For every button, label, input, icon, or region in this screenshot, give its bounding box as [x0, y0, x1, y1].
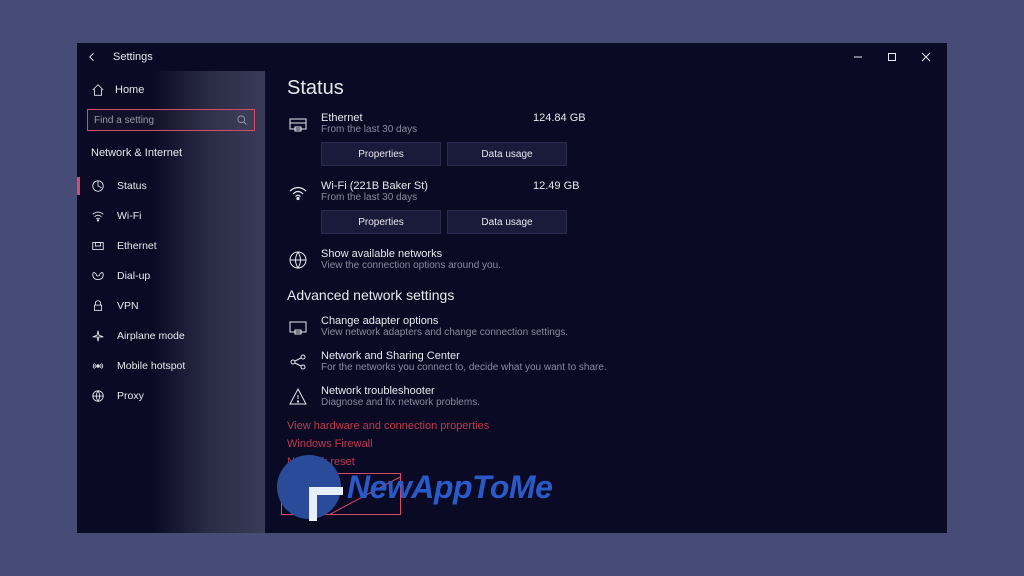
- proxy-icon: [91, 389, 105, 403]
- sidebar-item-label: Proxy: [117, 390, 144, 402]
- sidebar-item-ethernet[interactable]: Ethernet: [77, 231, 265, 261]
- item-title: Network and Sharing Center: [321, 350, 607, 362]
- wifi-icon: [91, 209, 105, 223]
- item-sub: View the connection options around you.: [321, 260, 501, 271]
- sidebar-item-label: Dial-up: [117, 270, 150, 282]
- item-sub: For the networks you connect to, decide …: [321, 362, 607, 373]
- maximize-button[interactable]: [875, 43, 909, 71]
- connection-value: 124.84 GB: [533, 112, 586, 124]
- properties-button[interactable]: Properties: [321, 142, 441, 166]
- home-icon: [91, 83, 105, 97]
- advanced-heading: Advanced network settings: [287, 287, 925, 303]
- change-adapter-options[interactable]: Change adapter options View network adap…: [287, 315, 925, 338]
- sidebar-item-wifi[interactable]: Wi-Fi: [77, 201, 265, 231]
- sidebar-item-label: VPN: [117, 300, 139, 312]
- item-title: Network troubleshooter: [321, 385, 480, 397]
- sidebar: Home Network & Internet Status: [77, 71, 265, 533]
- connection-name: Ethernet: [321, 112, 521, 124]
- back-button[interactable]: [81, 46, 103, 68]
- sidebar-item-label: Wi-Fi: [117, 210, 142, 222]
- sidebar-item-label: Status: [117, 180, 147, 192]
- connection-name: Wi-Fi (221B Baker St): [321, 180, 521, 192]
- search-input-wrap[interactable]: [87, 109, 255, 131]
- main-content: Status Ethernet From the last 30 days 12…: [265, 71, 947, 533]
- sidebar-item-label: Mobile hotspot: [117, 360, 185, 372]
- airplane-icon: [91, 329, 105, 343]
- ethernet-icon: [91, 239, 105, 253]
- item-sub: Diagnose and fix network problems.: [321, 397, 480, 408]
- status-icon: [91, 179, 105, 193]
- sidebar-item-hotspot[interactable]: Mobile hotspot: [77, 351, 265, 381]
- sidebar-home-label: Home: [115, 84, 144, 96]
- sidebar-item-vpn[interactable]: VPN: [77, 291, 265, 321]
- close-button[interactable]: [909, 43, 943, 71]
- item-sub: View network adapters and change connect…: [321, 327, 568, 338]
- settings-window: Settings Home: [77, 43, 947, 533]
- sidebar-item-airplane[interactable]: Airplane mode: [77, 321, 265, 351]
- data-usage-button[interactable]: Data usage: [447, 142, 567, 166]
- link-windows-firewall[interactable]: Windows Firewall: [287, 438, 925, 450]
- connection-row: Ethernet From the last 30 days 124.84 GB: [287, 112, 925, 136]
- sharing-icon: [287, 351, 309, 373]
- dialup-icon: [91, 269, 105, 283]
- page-heading: Status: [287, 77, 925, 100]
- properties-button[interactable]: Properties: [321, 210, 441, 234]
- link-network-reset[interactable]: Network reset: [287, 456, 925, 468]
- connection-row: Wi-Fi (221B Baker St) From the last 30 d…: [287, 180, 925, 204]
- sidebar-item-proxy[interactable]: Proxy: [77, 381, 265, 411]
- network-troubleshooter[interactable]: Network troubleshooter Diagnose and fix …: [287, 385, 925, 408]
- sidebar-item-dialup[interactable]: Dial-up: [77, 261, 265, 291]
- sidebar-item-status[interactable]: Status: [77, 171, 265, 201]
- item-title: Change adapter options: [321, 315, 568, 327]
- sidebar-section-title: Network & Internet: [77, 137, 265, 163]
- vpn-icon: [91, 299, 105, 313]
- ethernet-icon: [287, 114, 309, 136]
- sidebar-item-label: Ethernet: [117, 240, 157, 252]
- networks-icon: [287, 249, 309, 271]
- show-available-networks[interactable]: Show available networks View the connect…: [287, 248, 925, 271]
- network-sharing-center[interactable]: Network and Sharing Center For the netwo…: [287, 350, 925, 373]
- search-input[interactable]: [94, 115, 236, 126]
- adapter-icon: [287, 316, 309, 338]
- connection-sub: From the last 30 days: [321, 124, 521, 135]
- hotspot-icon: [91, 359, 105, 373]
- sidebar-home[interactable]: Home: [77, 77, 265, 103]
- window-title: Settings: [113, 51, 153, 63]
- connection-value: 12.49 GB: [533, 180, 579, 192]
- data-usage-button[interactable]: Data usage: [447, 210, 567, 234]
- connection-sub: From the last 30 days: [321, 192, 521, 203]
- title-bar: Settings: [77, 43, 947, 71]
- search-icon: [236, 114, 248, 126]
- troubleshooter-icon: [287, 386, 309, 408]
- wifi-icon: [287, 182, 309, 204]
- sidebar-item-label: Airplane mode: [117, 330, 185, 342]
- minimize-button[interactable]: [841, 43, 875, 71]
- link-hardware-properties[interactable]: View hardware and connection properties: [287, 420, 925, 432]
- item-title: Show available networks: [321, 248, 501, 260]
